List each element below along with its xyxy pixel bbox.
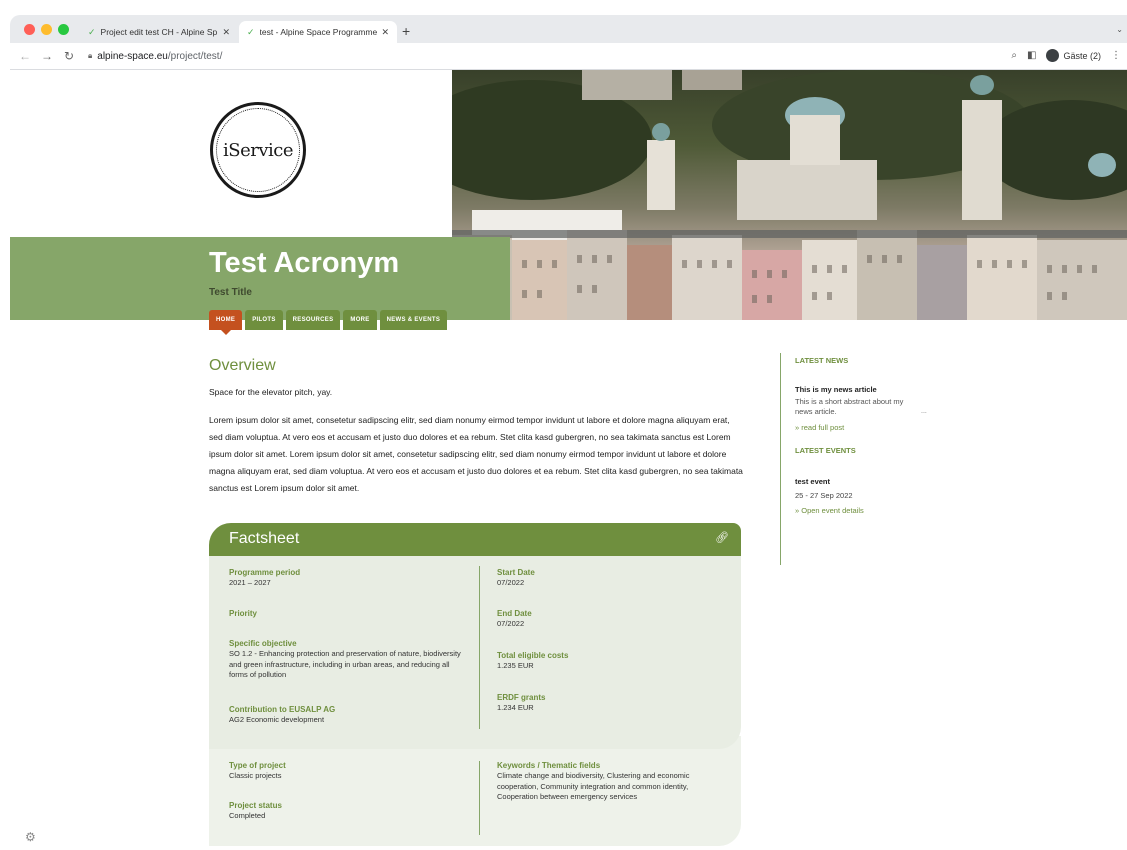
factsheet-item: End Date 07/2022	[497, 609, 722, 630]
tab-title: Project edit test CH - Alpine Sp	[100, 27, 218, 37]
address-bar[interactable]: alpine-space.eu/project/test/	[97, 51, 222, 62]
factsheet-item: Type of project Classic projects	[229, 761, 469, 782]
hero-image	[452, 70, 1127, 320]
close-icon[interactable]: ✕	[381, 27, 389, 38]
sidepanel-icon[interactable]: ◧	[1027, 50, 1036, 61]
fact-label: Project status	[229, 801, 282, 810]
factsheet-item: Priority	[229, 609, 469, 619]
factsheet-item: Project status Completed	[229, 801, 469, 822]
news-ellipsis: ...	[921, 408, 927, 415]
factsheet-header: Factsheet 🔗︎	[209, 523, 741, 556]
divider	[479, 761, 480, 835]
factsheet-body: Programme period 2021 – 2027 Priority Sp…	[209, 556, 741, 749]
factsheet-item: Programme period 2021 – 2027	[229, 568, 469, 589]
read-full-post-link[interactable]: » read full post	[795, 423, 940, 432]
news-title: This is my news article	[795, 385, 877, 394]
url-domain: alpine-space.eu	[97, 50, 168, 62]
gear-icon[interactable]: ⚙	[25, 830, 36, 844]
factsheet-item: Start Date 07/2022	[497, 568, 722, 589]
fact-label: Type of project	[229, 761, 286, 770]
tab-news-events[interactable]: NEWS & EVENTS	[379, 310, 448, 330]
divider	[479, 566, 480, 729]
fact-label: Keywords / Thematic fields	[497, 761, 601, 770]
lock-icon[interactable]: 🔒︎	[88, 51, 92, 61]
minimize-window-button[interactable]	[41, 24, 52, 35]
fact-label: Start Date	[497, 568, 535, 577]
factsheet-item: Keywords / Thematic fields Climate chang…	[497, 761, 722, 803]
fact-value: Completed	[229, 811, 266, 820]
browser-tab-project-edit[interactable]: ✓ Project edit test CH - Alpine Sp ✕	[80, 21, 238, 43]
factsheet-heading: Factsheet	[229, 530, 300, 547]
factsheet: Factsheet 🔗︎ Type of project Classic pro…	[209, 523, 741, 846]
overview-heading: Overview	[209, 357, 276, 374]
tab-resources[interactable]: RESOURCES	[285, 310, 341, 330]
reload-icon[interactable]: ↻	[58, 49, 80, 63]
open-event-details-link[interactable]: » Open event details	[795, 506, 940, 515]
page: iService Test Acronym Test Title HOME PI…	[10, 70, 1127, 850]
fact-value: Climate change and biodiversity, Cluster…	[497, 771, 690, 801]
back-icon[interactable]: ←	[14, 49, 36, 63]
project-acronym: Test Acronym	[209, 247, 400, 279]
overview-body: Lorem ipsum dolor sit amet, consetetur s…	[209, 415, 743, 493]
plus-icon[interactable]: +	[402, 23, 410, 39]
factsheet-bottom: Type of project Classic projects Project…	[209, 736, 741, 846]
tab-title: test - Alpine Space Programme	[259, 27, 378, 37]
fact-value: 1.235 EUR	[497, 661, 534, 670]
factsheet-item: Specific objective SO 1.2 - Enhancing pr…	[229, 639, 469, 681]
fact-value: SO 1.2 - Enhancing protection and preser…	[229, 649, 461, 679]
logo-text: iService	[216, 108, 300, 192]
factsheet-item: Contribution to EUSALP AG AG2 Economic d…	[229, 705, 469, 726]
event-title: test event	[795, 477, 831, 486]
sidebar: LATEST NEWS This is my news article This…	[780, 353, 940, 565]
chevron-down-icon[interactable]: ⌄	[1116, 25, 1123, 34]
browser-chrome: ✓ Project edit test CH - Alpine Sp ✕ ✓ t…	[10, 15, 1127, 70]
maximize-window-button[interactable]	[58, 24, 69, 35]
fact-label: Total eligible costs	[497, 651, 569, 660]
close-icon[interactable]: ✕	[222, 27, 230, 38]
tab-pilots[interactable]: PILOTS	[245, 310, 283, 330]
city-illustration	[452, 70, 1127, 320]
latest-events-heading: LATEST EVENTS	[795, 446, 856, 455]
project-nav: HOME PILOTS RESOURCES MORE NEWS & EVENTS	[209, 310, 448, 335]
zoom-icon[interactable]: ⌕	[1011, 50, 1017, 61]
fact-label: Priority	[229, 609, 258, 618]
fact-label: Contribution to EUSALP AG	[229, 705, 336, 714]
tab-favicon-icon: ✓	[88, 26, 96, 37]
profile-button[interactable]: Gäste (2)	[1046, 49, 1101, 62]
tab-favicon-icon: ✓	[247, 26, 255, 37]
browser-toolbar: ← → ↻ 🔒︎ alpine-space.eu/project/test/ ⌕…	[10, 43, 1127, 70]
project-title: Test Title	[209, 287, 252, 298]
fact-value: 07/2022	[497, 619, 525, 628]
fact-value: 2021 – 2027	[229, 578, 271, 587]
url-path: /project/test/	[167, 50, 223, 62]
link-icon[interactable]: 🔗︎	[715, 531, 729, 544]
elevator-pitch: Space for the elevator pitch, yay.	[209, 387, 333, 397]
profile-label: Gäste (2)	[1063, 50, 1101, 61]
browser-tab-test[interactable]: ✓ test - Alpine Space Programme ✕	[239, 21, 397, 43]
window-controls	[24, 24, 69, 35]
profile-icon	[1046, 49, 1060, 62]
fact-label: ERDF grants	[497, 693, 546, 702]
project-logo[interactable]: iService	[210, 102, 306, 198]
tab-home[interactable]: HOME	[209, 310, 243, 335]
event-date: 25 - 27 Sep 2022	[795, 491, 853, 500]
fact-label: Specific objective	[229, 639, 297, 648]
factsheet-item: Total eligible costs 1.235 EUR	[497, 651, 722, 672]
fact-value: Classic projects	[229, 771, 282, 780]
toolbar-right: ⌕ ◧ Gäste (2) ⋮	[1011, 49, 1121, 62]
more-icon[interactable]: ⋮	[1111, 50, 1121, 61]
fact-label: End Date	[497, 609, 532, 618]
fact-value: 1.234 EUR	[497, 703, 534, 712]
fact-value: 07/2022	[497, 578, 525, 587]
tab-more[interactable]: MORE	[343, 310, 377, 330]
latest-news-heading: LATEST NEWS	[795, 356, 849, 365]
fact-value: AG2 Economic development	[229, 715, 325, 724]
news-abstract: This is a short abstract about my news a…	[795, 397, 904, 416]
close-window-button[interactable]	[24, 24, 35, 35]
fact-label: Programme period	[229, 568, 301, 577]
factsheet-item: ERDF grants 1.234 EUR	[497, 693, 722, 714]
forward-icon[interactable]: →	[36, 49, 58, 63]
